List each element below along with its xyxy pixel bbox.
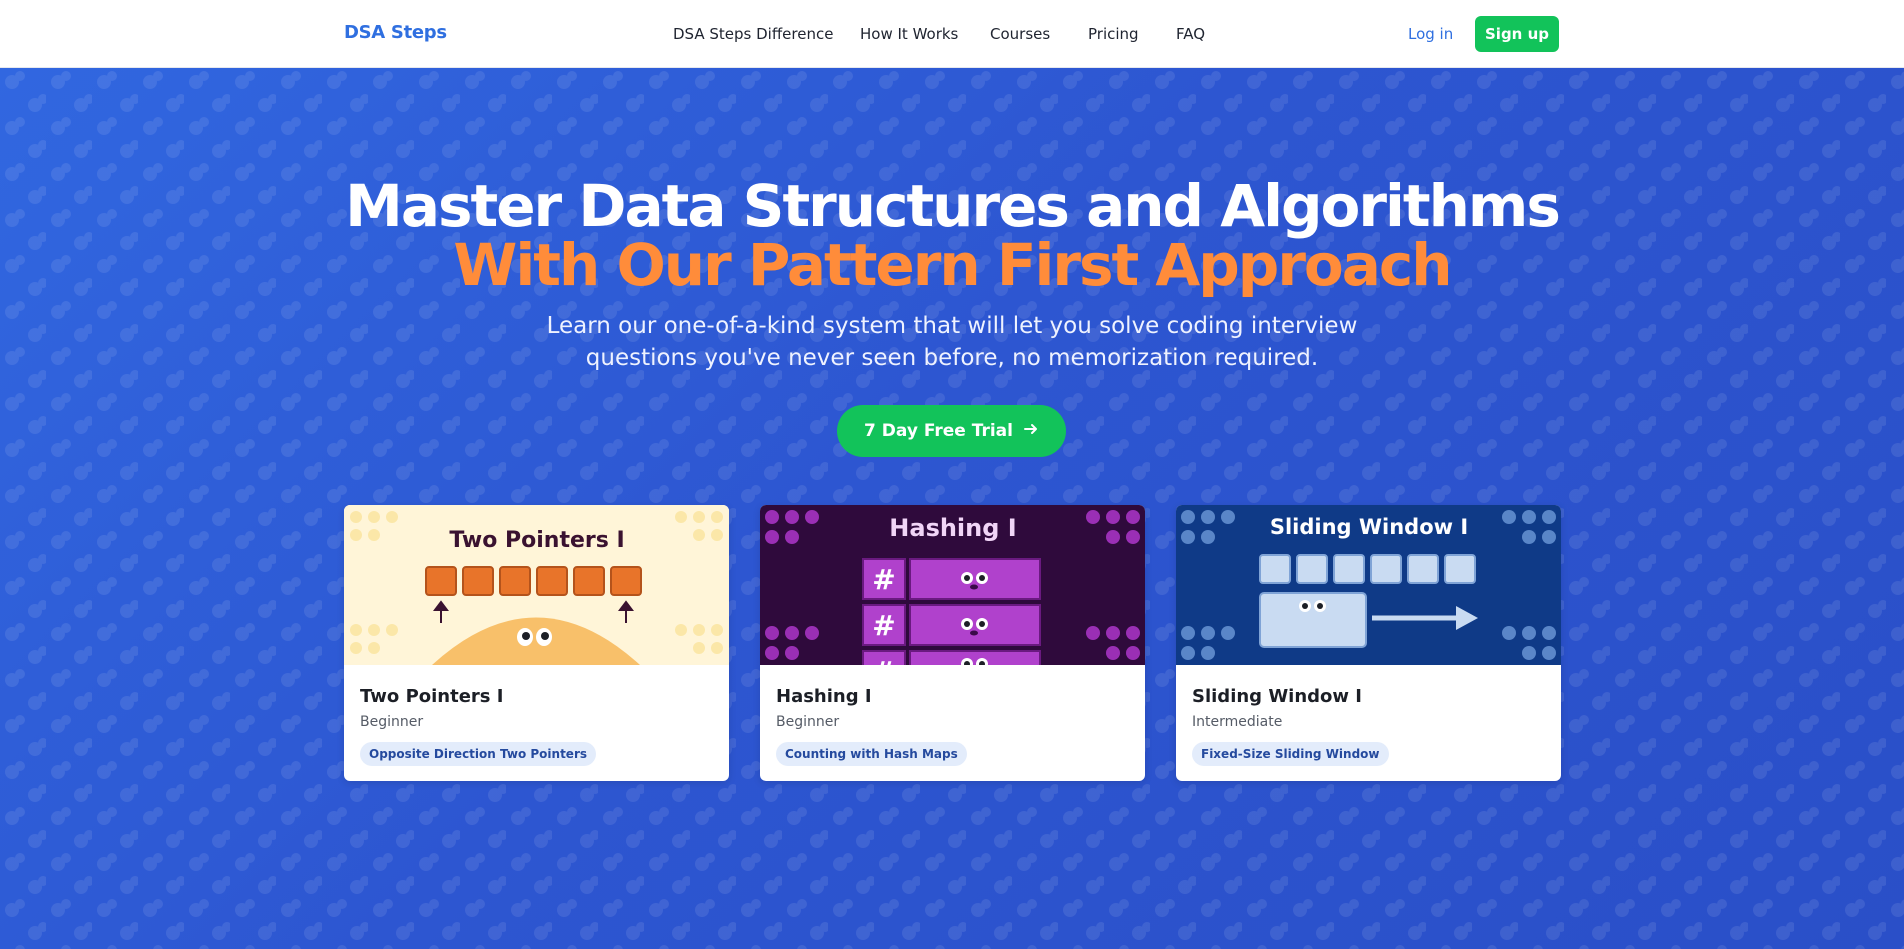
hero-headline: Master Data Structures and Algorithms: [345, 172, 1561, 240]
top-navigation-bar: DSA Steps DSA Steps Difference How It Wo…: [0, 0, 1904, 68]
course-level: Beginner: [776, 714, 840, 730]
arrow-right-icon: [1023, 421, 1039, 442]
thumb-title: Two Pointers I: [449, 528, 624, 553]
course-level: Beginner: [360, 714, 424, 730]
svg-text:#: #: [872, 609, 895, 642]
thumb-title: Hashing I: [889, 514, 1016, 542]
svg-text:#: #: [872, 563, 895, 596]
two-pointers-illustration: Two Pointers I: [344, 505, 729, 665]
nav-link-pricing[interactable]: Pricing: [1088, 25, 1139, 43]
hero-subtitle: Learn our one-of-a-kind system that will…: [546, 313, 1358, 371]
login-link[interactable]: Log in: [1408, 25, 1453, 43]
hashing-illustration: Hashing I # # #: [760, 505, 1145, 665]
signup-button[interactable]: Sign up: [1475, 16, 1559, 52]
nav-link-dsa-steps-difference[interactable]: DSA Steps Difference: [673, 25, 833, 43]
nav-link-how-it-works[interactable]: How It Works: [860, 25, 958, 43]
course-level: Intermediate: [1192, 714, 1283, 730]
course-title: Sliding Window I: [1192, 686, 1363, 707]
svg-text:#: #: [872, 655, 895, 665]
hero-headline-accent: With Our Pattern First Approach: [453, 231, 1452, 299]
course-tag: Fixed-Size Sliding Window: [1192, 742, 1389, 766]
course-card-hashing[interactable]: Hashing I # # # Hashing I Beginner Countin…: [760, 505, 1145, 781]
free-trial-button[interactable]: 7 Day Free Trial: [837, 405, 1066, 457]
sliding-window-illustration: Sliding Window I: [1176, 505, 1561, 665]
course-card-sliding-window[interactable]: Sliding Window I Sliding Window I Interm…: [1176, 505, 1561, 781]
nav-link-courses[interactable]: Courses: [990, 25, 1050, 43]
course-tag: Opposite Direction Two Pointers: [360, 742, 596, 766]
course-title: Two Pointers I: [360, 686, 504, 707]
free-trial-label: 7 Day Free Trial: [864, 421, 1013, 441]
course-title: Hashing I: [776, 686, 872, 707]
nav-link-faq[interactable]: FAQ: [1176, 25, 1205, 43]
course-card-two-pointers[interactable]: Two Pointers I Two Pointers I Beginner O…: [344, 505, 729, 781]
course-tag: Counting with Hash Maps: [776, 742, 967, 766]
logo[interactable]: DSA Steps: [344, 22, 447, 43]
thumb-title: Sliding Window I: [1270, 515, 1468, 539]
